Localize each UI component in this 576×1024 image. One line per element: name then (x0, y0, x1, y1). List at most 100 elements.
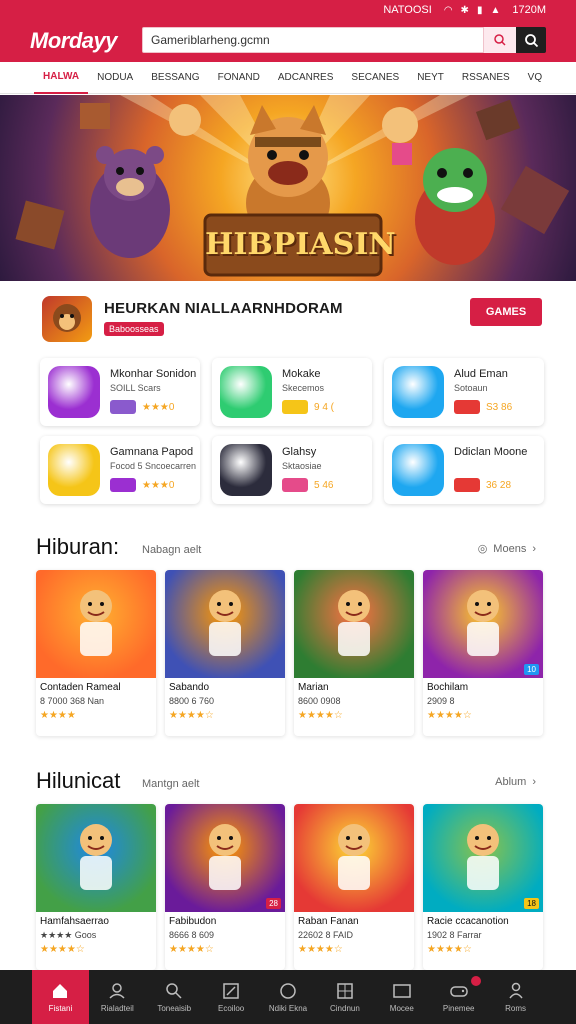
nav-label: Roms (505, 1004, 527, 1013)
top-bar: Mordayy Gameriblarheng.gcmn (0, 20, 576, 62)
bottom-navigation: Fistani Rialadteil Toneaisib Ecoiloo Ndiki E… (0, 970, 576, 1024)
game-rating: ★★★★☆ (427, 944, 472, 955)
user-icon (109, 983, 125, 999)
clear-search-button[interactable] (484, 27, 516, 53)
nav-label: Toneaisib (157, 1004, 192, 1013)
section-subtitle: Nabagn aelt (142, 544, 202, 556)
bluetooth-icon: ✱ (460, 4, 469, 16)
game-card[interactable]: Hamfahsaerrao ★★★★ Goos ★★★★☆ (36, 804, 156, 970)
game-info: 8800 6 760 (169, 696, 215, 706)
game-info: 1902 8 Farrar (427, 930, 482, 940)
nav-label: Ecoiloo (217, 1004, 245, 1013)
window-icon (393, 984, 411, 998)
game-card[interactable]: 18 Racie ccacanotion 1902 8 Farrar ★★★★☆ (423, 804, 543, 970)
tab-bessang[interactable]: BESSANG (142, 62, 208, 94)
app-subtitle: Focod 5 Sncoecarren (110, 461, 197, 471)
see-more-link[interactable]: Ablum › (495, 776, 536, 788)
mini-thumbnail (454, 478, 480, 492)
status-icons: ◠ ✱ ▮ ▲ (444, 5, 501, 16)
section-title: Hiburan: (36, 534, 120, 559)
game-rating: ★★★★☆ (169, 710, 214, 721)
app-card[interactable]: Gamnana Papod Focod 5 Sncoecarren ★★★0 (40, 436, 200, 504)
character-illustration (80, 590, 112, 656)
game-card[interactable]: Raban Fanan 22602 8 FAID ★★★★☆ (294, 804, 414, 970)
game-artwork (423, 804, 543, 912)
tab-nodua[interactable]: NODUA (88, 62, 142, 94)
tab-rssanes[interactable]: RSSANES (453, 62, 519, 94)
nav-item-search[interactable]: Toneaisib (146, 970, 203, 1024)
game-rating: ★★★★☆ (298, 710, 343, 721)
game-badge: 18 (524, 898, 539, 909)
tab-neyt[interactable]: NEYT (408, 62, 453, 94)
app-card[interactable]: Mkonhar Sonidon SOILL Scars ★★★0 (40, 358, 200, 426)
see-more-link[interactable]: ◎ Moens › (477, 542, 536, 556)
app-name: Glahsy (282, 446, 317, 458)
chevron-right-icon: › (532, 542, 536, 555)
game-badge: 10 (524, 664, 539, 675)
game-title: Fabibudon (169, 916, 217, 927)
game-title: Marian (298, 682, 329, 693)
app-rating: ★★★0 (142, 479, 175, 491)
section-subtitle: Mantgn aelt (142, 778, 200, 790)
character-illustration (338, 824, 370, 890)
game-title: Bochilam (427, 682, 469, 693)
game-rating: ★★★★☆ (40, 944, 85, 955)
clock: 1720M (512, 4, 546, 16)
character-illustration (80, 824, 112, 890)
nav-item-user[interactable]: Rialadteil (89, 970, 146, 1024)
game-artwork (36, 804, 156, 912)
game-artwork (294, 570, 414, 678)
featured-app[interactable]: HEURKAN NIALLAARNHDORAM Baboosseas GAMES (34, 290, 542, 342)
games-button[interactable]: GAMES (470, 298, 542, 326)
app-logo[interactable]: Mordayy (30, 28, 140, 54)
nav-item-window[interactable]: Mocee (373, 970, 430, 1024)
tab-secanes[interactable]: SECANES (342, 62, 408, 94)
search-button[interactable] (516, 27, 546, 53)
game-card[interactable]: Contaden Rameal 8 7000 368 Nan ★★★★ (36, 570, 156, 736)
character-illustration (338, 590, 370, 656)
app-name: Alud Eman (454, 368, 508, 380)
app-card[interactable]: Mokake Skecemos 9 4 ( (212, 358, 372, 426)
hero-banner[interactable]: HIBPIASIN (0, 95, 576, 281)
featured-app-title: HEURKAN NIALLAARNHDORAM (104, 300, 343, 317)
globe-icon: ◎ (477, 543, 488, 555)
tab-halwa[interactable]: HALWA (34, 62, 89, 94)
game-rating: ★★★★☆ (298, 944, 343, 955)
tab-adcanres[interactable]: ADCANRES (269, 62, 343, 94)
nav-item-gamepad[interactable]: Pinemee (430, 970, 487, 1024)
nav-label: Ndiki Ekna (268, 1004, 308, 1013)
app-name: Mokake (282, 368, 321, 380)
tab-vq[interactable]: VQ (519, 62, 551, 94)
game-card[interactable]: 28 Fabibudon 8666 8 609 ★★★★☆ (165, 804, 285, 970)
nav-item-circle[interactable]: Ndiki Ekna (260, 970, 317, 1024)
featured-app-tag: Baboosseas (104, 322, 164, 336)
nav-label: Mocee (389, 1004, 414, 1013)
game-card[interactable]: 10 Bochilam 2909 8 ★★★★☆ (423, 570, 543, 736)
character-illustration (467, 824, 499, 890)
nav-item-edit[interactable]: Ecoiloo (203, 970, 260, 1024)
nav-item-home[interactable]: Fistani (32, 970, 89, 1024)
game-artwork (423, 570, 543, 678)
game-artwork (165, 804, 285, 912)
app-card[interactable]: Alud Eman Sotoaun S3 86 (384, 358, 544, 426)
search-input[interactable]: Gameriblarheng.gcmn (142, 27, 484, 53)
app-subtitle: Sotoaun (454, 383, 488, 393)
game-info: 2909 8 (427, 696, 455, 706)
character-illustration (209, 824, 241, 890)
game-card[interactable]: Sabando 8800 6 760 ★★★★☆ (165, 570, 285, 736)
banner-title: HIBPIASIN (205, 227, 396, 262)
app-card[interactable]: Ddiclan Moone 36 28 (384, 436, 544, 504)
nav-item-grid[interactable]: Cindnun (316, 970, 373, 1024)
mini-thumbnail (110, 400, 136, 414)
game-info: 8 7000 368 Nan (40, 696, 105, 706)
profile-icon (508, 982, 523, 999)
monkey-icon (53, 304, 81, 332)
app-card[interactable]: Glahsy Sktaosiae 5 46 (212, 436, 372, 504)
game-card[interactable]: Marian 8600 0908 ★★★★☆ (294, 570, 414, 736)
app-meta: ★★★0 (110, 478, 174, 492)
app-icon (48, 444, 100, 496)
chevron-right-icon: › (532, 776, 536, 788)
tab-fonand[interactable]: FONAND (209, 62, 269, 94)
game-info: 8666 8 609 (169, 930, 215, 940)
nav-item-profile[interactable]: Roms (487, 970, 544, 1024)
